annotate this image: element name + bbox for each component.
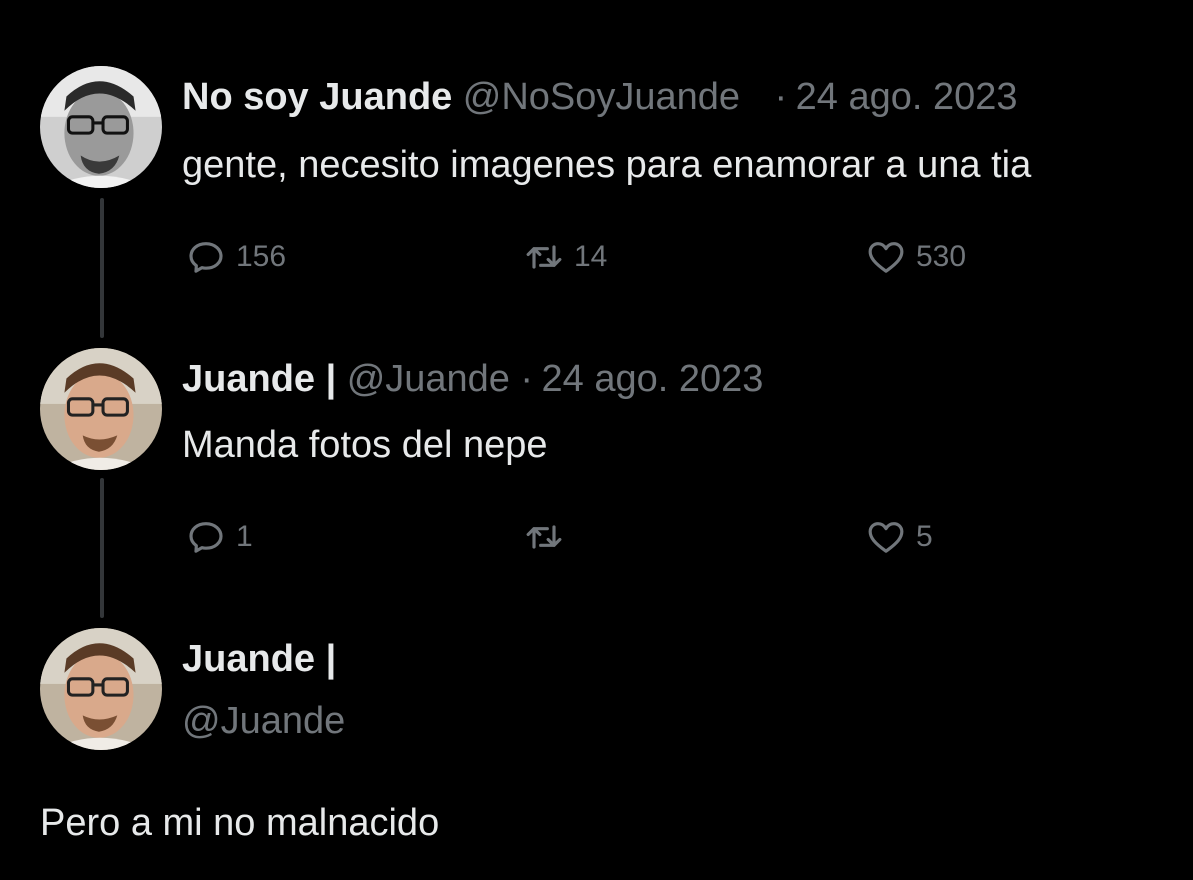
speech-bubble-icon [189, 242, 223, 273]
retweet-arrows-icon [526, 525, 562, 549]
tweet-text: Pero a mi no malnacido [40, 802, 440, 844]
tweet-header: No soy Juande @NoSoyJuande · 24 ago. 202… [182, 76, 1018, 119]
avatar-photo-bw [40, 66, 162, 188]
reply-count: 1 [236, 520, 253, 553]
retweet-button[interactable] [524, 517, 574, 557]
handle[interactable]: @Juande [347, 358, 510, 400]
handle[interactable]: @NoSoyJuande [463, 76, 740, 118]
heart-outline-icon [868, 522, 904, 553]
handle[interactable]: @Juande [182, 700, 345, 743]
separator-dot: · [774, 76, 788, 118]
reply-button[interactable]: 156 [186, 237, 286, 277]
tweet-header: Juande | @Juande · 24 ago. 2023 [182, 358, 763, 401]
reply-count: 156 [236, 240, 287, 273]
avatar[interactable] [40, 628, 162, 750]
speech-bubble-icon [189, 522, 223, 553]
tweet-date[interactable]: 24 ago. 2023 [542, 358, 764, 400]
separator-dot: · [520, 358, 534, 400]
thread-connector-line [100, 198, 104, 338]
heart-outline-icon [868, 242, 904, 273]
like-count: 5 [916, 520, 933, 553]
like-count: 530 [916, 240, 967, 273]
avatar-photo [40, 628, 162, 750]
tweet-date[interactable]: 24 ago. 2023 [796, 76, 1018, 118]
display-name[interactable]: Juande | [182, 638, 336, 681]
tweet-text: Manda fotos del nepe [182, 424, 548, 466]
retweet-button[interactable]: 14 [524, 237, 607, 277]
avatar-photo [40, 348, 162, 470]
tweet-text: gente, necesito imagenes para enamorar a… [182, 144, 1032, 186]
display-name[interactable]: No soy Juande [182, 76, 452, 118]
like-button[interactable]: 5 [866, 517, 933, 557]
thread-connector-line [100, 478, 104, 618]
retweet-arrows-icon [526, 245, 562, 269]
avatar[interactable] [40, 348, 162, 470]
display-name[interactable]: Juande | [182, 358, 336, 400]
reply-button[interactable]: 1 [186, 517, 253, 557]
retweet-count: 14 [574, 240, 608, 273]
like-button[interactable]: 530 [866, 237, 966, 277]
avatar[interactable] [40, 66, 162, 188]
